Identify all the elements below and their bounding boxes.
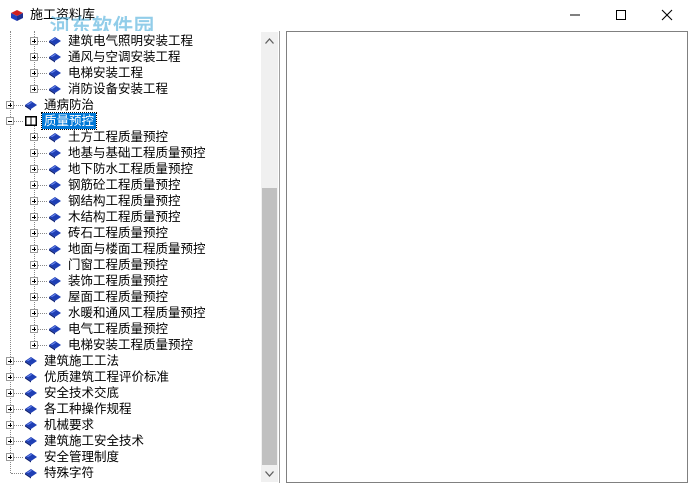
minimize-button[interactable] xyxy=(552,0,598,30)
minimize-icon xyxy=(570,14,580,16)
maximize-icon xyxy=(616,10,626,20)
content-pane[interactable] xyxy=(286,31,688,483)
book-icon xyxy=(11,10,23,21)
scroll-down-button[interactable] xyxy=(261,465,278,482)
chevron-down-icon xyxy=(265,470,274,477)
close-icon xyxy=(661,9,673,21)
chevron-up-icon xyxy=(265,37,274,44)
maximize-button[interactable] xyxy=(598,0,644,30)
scroll-thumb[interactable] xyxy=(262,188,277,465)
title-bar: 施工资料库 河东软件园 n xyxy=(0,0,690,61)
close-button[interactable] xyxy=(644,0,690,30)
scroll-up-button[interactable] xyxy=(261,32,278,49)
tree-scrollbar[interactable] xyxy=(261,32,278,482)
tree-border xyxy=(0,31,280,483)
